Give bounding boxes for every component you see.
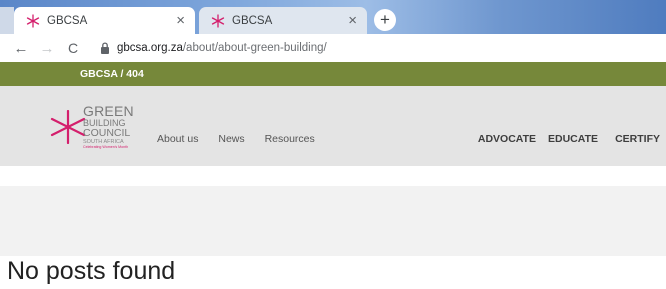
nav-link-news[interactable]: News: [218, 133, 244, 145]
browser-tab-strip: GBCSA × GBCSA × +: [0, 0, 666, 34]
close-tab-icon[interactable]: ×: [348, 13, 357, 28]
tab-title: GBCSA: [232, 14, 273, 27]
gbcsa-favicon-icon: [26, 13, 40, 28]
gbcsa-logo[interactable]: GREEN BUILDING COUNCIL SOUTH AFRICA Cele…: [50, 104, 150, 150]
nav-link-resources[interactable]: Resources: [265, 133, 315, 145]
url-path: /about/about-green-building/: [182, 42, 327, 54]
address-bar-row: ← → C gbcsa.org.za/about/about-green-bui…: [0, 34, 666, 62]
gbcsa-favicon-icon: [211, 13, 225, 28]
close-tab-icon[interactable]: ×: [176, 13, 185, 28]
new-tab-button[interactable]: +: [374, 9, 396, 31]
url-field[interactable]: gbcsa.org.za/about/about-green-building/: [117, 42, 327, 54]
nav-link-about-us[interactable]: About us: [157, 133, 198, 145]
logo-text-green: GREEN: [83, 103, 134, 119]
logo-wordmark: GREEN BUILDING COUNCIL SOUTH AFRICA Cele…: [83, 104, 134, 150]
top-bar: GBCSA / 404: [0, 62, 666, 86]
tab-gbcsa-active[interactable]: GBCSA ×: [14, 7, 195, 34]
nav-link-advocate[interactable]: ADVOCATE: [478, 133, 536, 145]
breadcrumb: GBCSA / 404: [80, 68, 144, 80]
tab-title: GBCSA: [47, 14, 88, 27]
forward-arrow-icon[interactable]: →: [36, 40, 58, 57]
back-arrow-icon[interactable]: ←: [10, 40, 32, 57]
nav-link-educate[interactable]: EDUCATE: [548, 133, 598, 145]
url-domain: gbcsa.org.za: [117, 42, 183, 54]
logo-tagline: Celebrating Women's Month: [83, 145, 129, 149]
tab-strip-edge: [0, 7, 14, 34]
content-band: [0, 186, 666, 256]
site-header: GREEN BUILDING COUNCIL SOUTH AFRICA Cele…: [0, 86, 666, 166]
no-posts-message: No posts found: [7, 257, 176, 285]
gbcsa-logo-mark-icon: [50, 110, 86, 144]
nav-link-certify[interactable]: CERTIFY: [615, 133, 660, 145]
reload-icon[interactable]: C: [62, 40, 84, 56]
primary-nav: About us News Resources: [157, 133, 332, 145]
tab-gbcsa-inactive[interactable]: GBCSA ×: [199, 7, 367, 34]
lock-icon[interactable]: [100, 42, 110, 54]
logo-text-council: COUNCIL: [83, 127, 131, 139]
